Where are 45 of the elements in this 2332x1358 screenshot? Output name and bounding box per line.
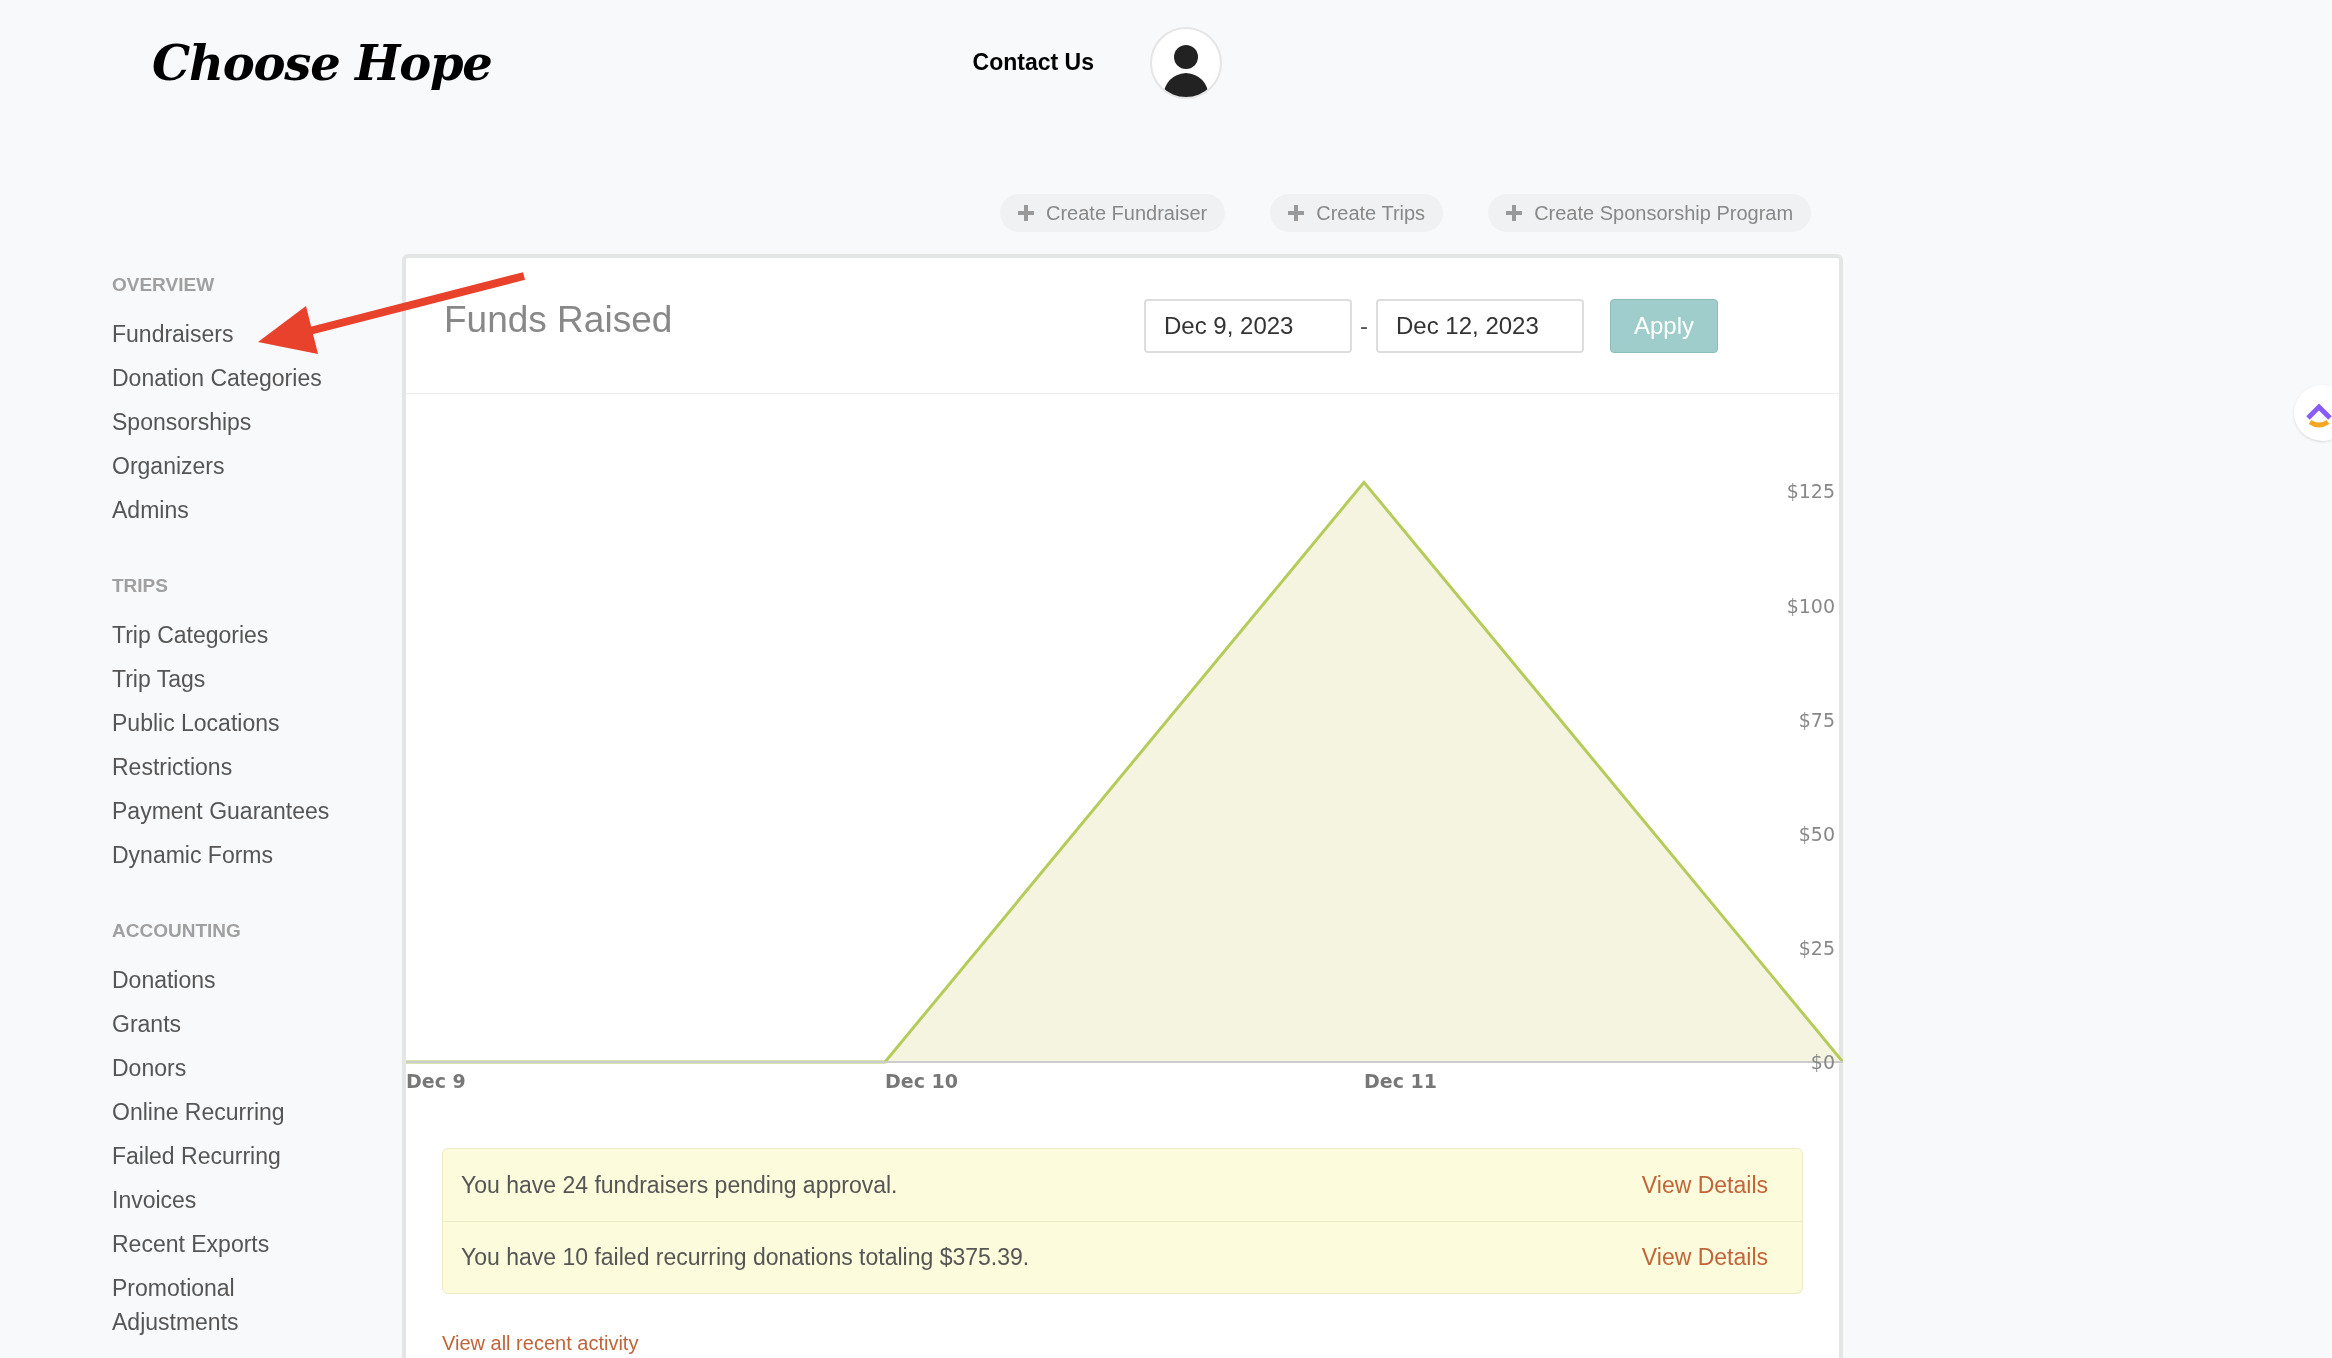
sidebar-item[interactable]: Donations <box>112 963 342 997</box>
x-tick-label: Dec 11 <box>1364 1070 1437 1092</box>
alert-text: You have 24 fundraisers pending approval. <box>461 1170 899 1200</box>
sidebar-item[interactable]: Promotional Adjustments <box>112 1271 342 1339</box>
end-date-field[interactable]: Dec 12, 2023 <box>1376 298 1584 353</box>
sidebar-item[interactable]: Donation Categories <box>112 361 342 395</box>
sidebar-item[interactable]: Public Locations <box>112 706 342 740</box>
recent-activity-link[interactable]: View all recent activity <box>442 1328 1839 1358</box>
sidebar-item[interactable]: Dynamic Forms <box>112 838 342 872</box>
contact-link[interactable]: Contact Us <box>972 45 1094 80</box>
y-tick-label: $25 <box>1798 936 1835 959</box>
sidebar-item[interactable]: Recent Exports <box>112 1227 342 1261</box>
y-tick-label: $125 <box>1786 480 1835 503</box>
x-tick-label: Dec 10 <box>885 1070 958 1092</box>
plus-icon <box>1506 205 1523 221</box>
alert-text: You have 10 failed recurring donations totaling $375.39. <box>461 1243 1031 1273</box>
start-date-field[interactable]: Dec 9, 2023 <box>1144 298 1352 353</box>
sidebar-item[interactable]: Online Recurring <box>112 1095 342 1129</box>
sidebar-item[interactable]: Failed Recurring <box>112 1139 342 1173</box>
date-separator: - <box>1360 310 1368 341</box>
y-tick-label: $50 <box>1798 822 1835 845</box>
panel-title: Funds Raised <box>444 298 674 342</box>
sidebar-item[interactable]: Grants <box>112 1007 342 1041</box>
y-tick-label: $0 <box>1810 1051 1835 1073</box>
sidebar-item[interactable]: Organizers <box>112 449 342 483</box>
sidebar-item[interactable]: Invoices <box>112 1183 342 1217</box>
sidebar-item[interactable]: Trip Tags <box>112 662 342 696</box>
sidebar-item[interactable]: Sponsorships <box>112 405 342 439</box>
y-tick-label: $75 <box>1798 708 1835 731</box>
view-details-link[interactable]: View Details <box>1641 1240 1768 1275</box>
sidebar-item[interactable]: Trip Categories <box>112 618 342 652</box>
y-tick-label: $100 <box>1786 594 1835 617</box>
sidebar-item[interactable]: Payment Guarantees <box>112 794 342 828</box>
sidebar-item[interactable]: Donors <box>112 1051 342 1085</box>
logo[interactable]: Choose Hope <box>152 26 492 99</box>
plus-icon <box>1018 205 1034 221</box>
view-details-link[interactable]: View Details <box>1641 1167 1768 1203</box>
plus-icon <box>1288 205 1305 221</box>
section-heading: TRIPS <box>112 574 169 598</box>
section-heading: ACCOUNTING <box>112 919 242 943</box>
sidebar-item[interactable]: Fundraisers <box>112 317 342 351</box>
sidebar-item[interactable]: Restrictions <box>112 750 342 784</box>
section-heading: OVERVIEW <box>112 273 216 297</box>
x-tick-label: Dec 9 <box>406 1070 466 1092</box>
sidebar-item[interactable]: Admins <box>112 493 342 527</box>
